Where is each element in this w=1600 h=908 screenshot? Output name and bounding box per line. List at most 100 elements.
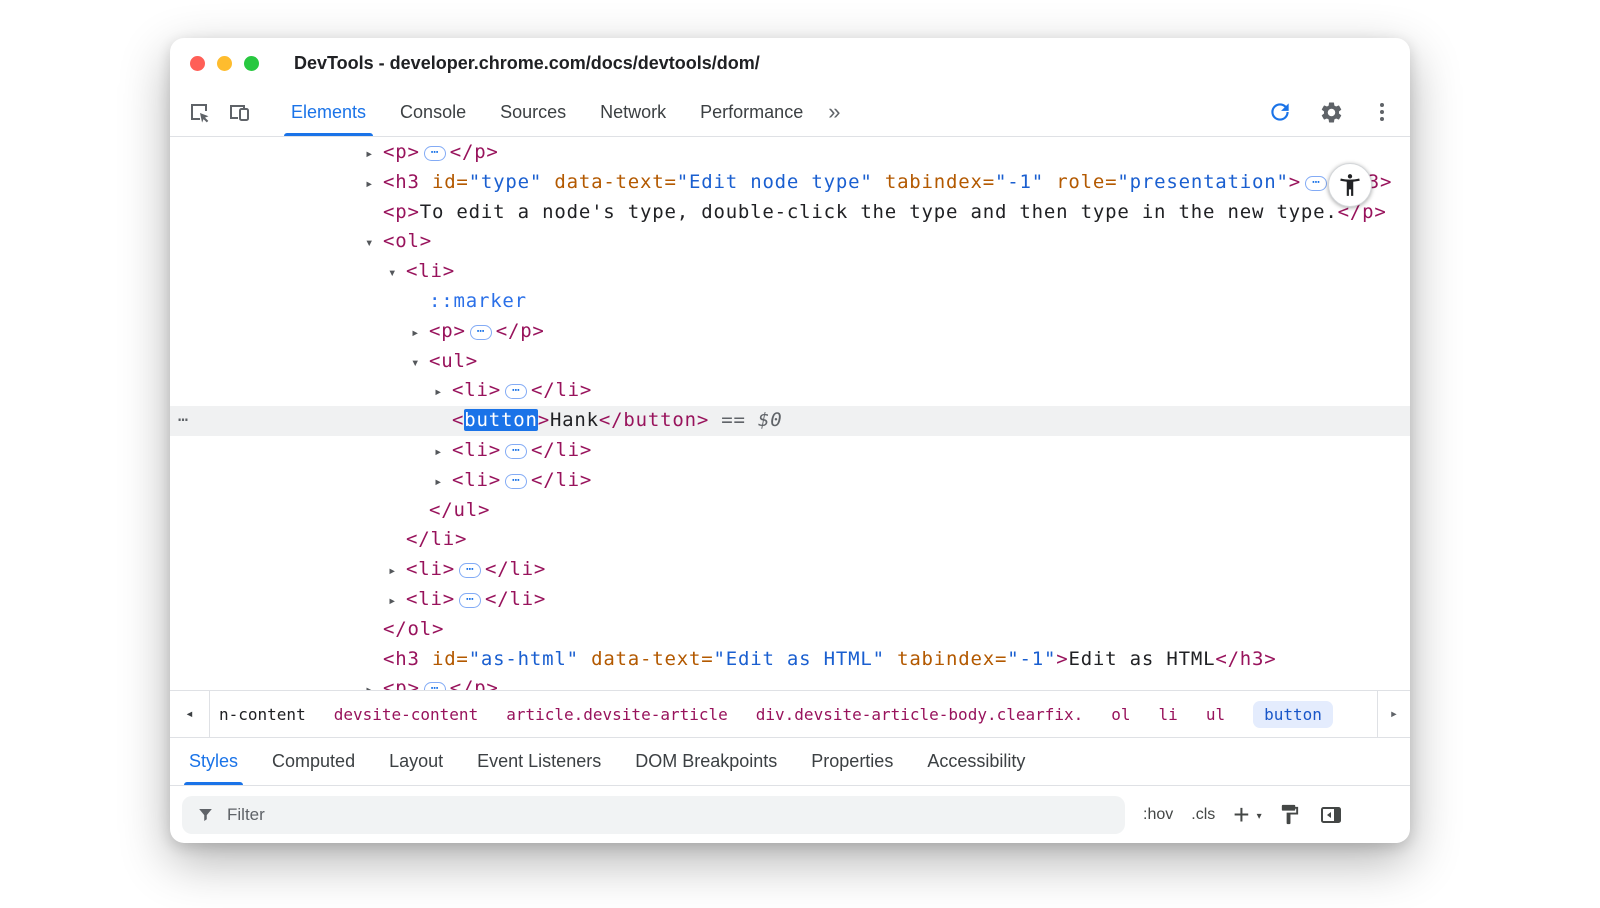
dom-tree-row[interactable]: </ul> xyxy=(170,496,1410,526)
breadcrumb-item-selected[interactable]: button xyxy=(1253,701,1333,728)
styles-filter-bar: :hov .cls + xyxy=(170,785,1410,843)
tab-elements[interactable]: Elements xyxy=(274,88,383,136)
breadcrumb-scroll-left-icon[interactable]: ◂ xyxy=(170,691,210,737)
tab-console[interactable]: Console xyxy=(383,88,483,136)
disclosure-arrow-icon[interactable]: ▸ xyxy=(411,319,429,349)
tab-styles[interactable]: Styles xyxy=(172,738,255,785)
tab-event-listeners[interactable]: Event Listeners xyxy=(460,738,618,785)
dom-tree-row[interactable]: ▸<li>⋯</li> xyxy=(170,376,1410,406)
inline-expand-icon[interactable]: ⋯ xyxy=(424,682,446,690)
tab-performance[interactable]: Performance xyxy=(683,88,820,136)
dom-tree-row[interactable]: ::marker xyxy=(170,287,1410,317)
inline-expand-icon[interactable]: ⋯ xyxy=(424,146,446,161)
disclosure-arrow-icon[interactable]: ▾ xyxy=(365,229,383,259)
disclosure-arrow-icon[interactable]: ▾ xyxy=(388,259,406,289)
dom-tree-row[interactable]: ⋯<button>Hank</button> == $0 xyxy=(170,406,1410,436)
tab-sources[interactable]: Sources xyxy=(483,88,583,136)
dom-tree-row[interactable]: ▸<li>⋯</li> xyxy=(170,585,1410,615)
row-more-icon[interactable]: ⋯ xyxy=(178,406,189,436)
paint-roller-icon[interactable] xyxy=(1278,803,1301,826)
tab-dom-breakpoints[interactable]: DOM Breakpoints xyxy=(618,738,794,785)
attr-value-token: "-1" xyxy=(995,171,1044,193)
console-ref-token[interactable]: $0 xyxy=(758,409,782,431)
more-tabs-icon[interactable]: » xyxy=(820,99,848,125)
disclosure-arrow-icon[interactable]: ▸ xyxy=(388,587,406,617)
filter-field[interactable] xyxy=(182,796,1125,834)
breadcrumb-bar: ◂ n-content devsite-content article.devsit… xyxy=(170,690,1410,737)
dom-tree-row[interactable]: </li> xyxy=(170,525,1410,555)
inline-expand-icon[interactable]: ⋯ xyxy=(459,593,481,608)
devtools-window: DevTools - developer.chrome.com/docs/dev… xyxy=(170,38,1410,843)
equals-token: == xyxy=(709,409,758,431)
pseudo-element-token[interactable]: ::marker xyxy=(429,290,527,312)
disclosure-arrow-icon[interactable]: ▸ xyxy=(388,557,406,587)
inline-expand-icon[interactable]: ⋯ xyxy=(1305,176,1327,191)
breadcrumb-scroll-right-icon[interactable]: ▸ xyxy=(1377,691,1410,737)
breadcrumb-item[interactable]: div.devsite-article-body.clearfix. xyxy=(756,705,1084,724)
element-classes-toggle[interactable]: .cls xyxy=(1191,806,1215,824)
close-button[interactable] xyxy=(190,56,205,71)
inline-expand-icon[interactable]: ⋯ xyxy=(505,384,527,399)
tab-network[interactable]: Network xyxy=(583,88,683,136)
breadcrumb-item[interactable]: n-content xyxy=(219,705,306,724)
tag-token: <h3 xyxy=(383,648,420,670)
dom-tree-row[interactable]: ▸<p>⋯</p> xyxy=(170,317,1410,347)
inline-expand-icon[interactable]: ⋯ xyxy=(470,325,492,340)
tab-properties[interactable]: Properties xyxy=(794,738,910,785)
breadcrumb-item[interactable]: ol xyxy=(1111,705,1130,724)
breadcrumb-item[interactable]: li xyxy=(1159,705,1178,724)
tag-token: < xyxy=(452,409,464,431)
disclosure-arrow-icon[interactable]: ▸ xyxy=(434,468,452,498)
sync-icon[interactable] xyxy=(1267,99,1293,125)
breadcrumb: n-content devsite-content article.devsite-… xyxy=(210,691,1377,737)
disclosure-arrow-icon[interactable]: ▸ xyxy=(365,140,383,170)
dom-tree-row[interactable]: ▾<ul> xyxy=(170,347,1410,377)
attr-value-token: "type" xyxy=(469,171,542,193)
selected-tag-name-token[interactable]: button xyxy=(464,409,537,431)
disclosure-arrow-icon[interactable]: ▸ xyxy=(365,676,383,690)
inline-expand-icon[interactable]: ⋯ xyxy=(505,444,527,459)
breadcrumb-item[interactable]: article.devsite-article xyxy=(506,705,728,724)
disclosure-arrow-icon[interactable]: ▸ xyxy=(434,438,452,468)
tab-accessibility[interactable]: Accessibility xyxy=(910,738,1042,785)
text-node-token: Edit as HTML xyxy=(1068,648,1215,670)
dom-tree-row[interactable]: ▸<h3 id="type" data-text="Edit node type… xyxy=(170,168,1410,198)
tag-token: <p> xyxy=(383,141,420,163)
dom-tree-row[interactable]: ▾<ol> xyxy=(170,227,1410,257)
tab-computed[interactable]: Computed xyxy=(255,738,372,785)
dom-tree-row[interactable]: ▸<li>⋯</li> xyxy=(170,436,1410,466)
tab-layout[interactable]: Layout xyxy=(372,738,460,785)
dom-tree-row[interactable]: <h3 id="as-html" data-text="Edit as HTML… xyxy=(170,645,1410,675)
device-toolbar-icon[interactable] xyxy=(224,97,254,127)
tag-token: <h3 xyxy=(383,171,420,193)
dom-tree-row[interactable]: ▸<li>⋯</li> xyxy=(170,466,1410,496)
tag-token: <li> xyxy=(406,558,455,580)
inspect-icon[interactable] xyxy=(184,97,214,127)
inline-expand-icon[interactable]: ⋯ xyxy=(505,474,527,489)
dom-tree-row[interactable]: ▾<li> xyxy=(170,257,1410,287)
disclosure-arrow-icon[interactable]: ▾ xyxy=(411,349,429,379)
breadcrumb-item[interactable]: ul xyxy=(1206,705,1225,724)
breadcrumb-item[interactable]: devsite-content xyxy=(334,705,479,724)
tag-token: <li> xyxy=(406,588,455,610)
tag-token: <li> xyxy=(452,439,501,461)
pseudo-state-toggle[interactable]: :hov xyxy=(1143,806,1173,824)
attr-name-token: role= xyxy=(1044,171,1117,193)
dom-tree-row[interactable]: ▸<p>⋯</p> xyxy=(170,674,1410,690)
inline-expand-icon[interactable]: ⋯ xyxy=(459,563,481,578)
dom-tree-row[interactable]: <p>To edit a node's type, double-click t… xyxy=(170,198,1410,228)
dom-tree-row[interactable]: ▸<p> ⋯ </p> xyxy=(170,138,1410,168)
dom-tree-row[interactable]: ▸<li>⋯</li> xyxy=(170,555,1410,585)
minimize-button[interactable] xyxy=(217,56,232,71)
zoom-button[interactable] xyxy=(244,56,259,71)
new-style-rule-button[interactable]: + xyxy=(1233,805,1259,825)
settings-gear-icon[interactable] xyxy=(1319,100,1344,125)
text-node-token: To edit a node's type, double-click the … xyxy=(420,201,1338,223)
kebab-menu-icon[interactable] xyxy=(1370,100,1394,124)
disclosure-arrow-icon[interactable]: ▸ xyxy=(434,378,452,408)
tag-token: </p> xyxy=(450,141,499,163)
filter-input[interactable] xyxy=(227,805,1111,825)
toggle-sidebar-icon[interactable] xyxy=(1319,803,1343,827)
disclosure-arrow-icon[interactable]: ▸ xyxy=(365,170,383,200)
dom-tree-row[interactable]: </ol> xyxy=(170,615,1410,645)
